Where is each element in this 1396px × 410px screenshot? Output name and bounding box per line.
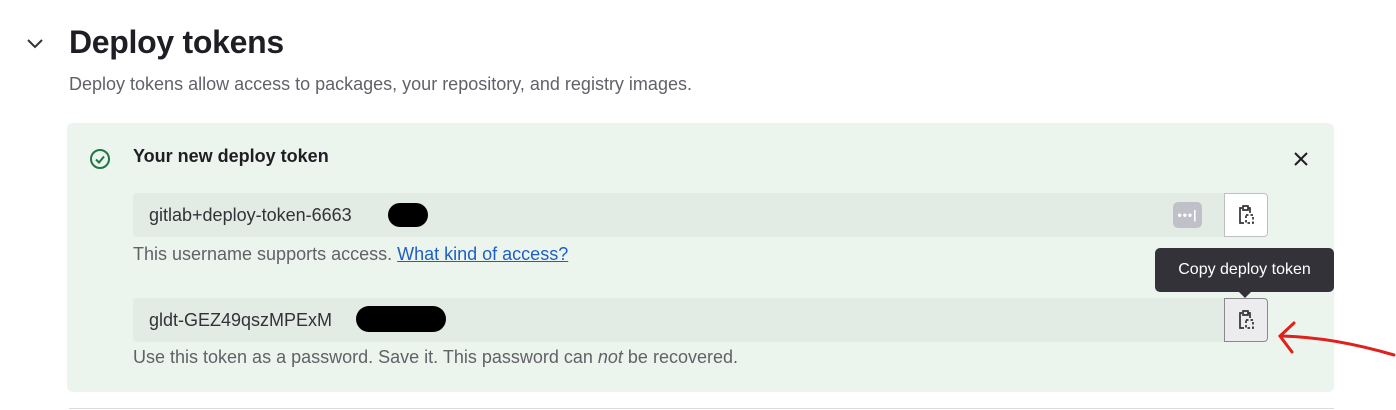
- check-circle-icon: [90, 149, 110, 169]
- page-title: Deploy tokens: [69, 24, 284, 60]
- redaction-mark: [388, 203, 428, 227]
- section-description: Deploy tokens allow access to packages, …: [69, 74, 692, 94]
- alert-title: Your new deploy token: [133, 146, 329, 166]
- access-help-link[interactable]: What kind of access?: [397, 244, 568, 264]
- redaction-mark: [356, 306, 446, 332]
- username-field[interactable]: gitlab+deploy-token-6663: [133, 193, 1224, 237]
- username-help: This username supports access. What kind…: [133, 244, 569, 264]
- tooltip: Copy deploy token: [1155, 248, 1334, 298]
- close-icon[interactable]: [1290, 148, 1312, 170]
- chevron-down-icon[interactable]: [24, 32, 46, 54]
- clipboard-icon: [1239, 310, 1254, 329]
- token-field[interactable]: gldt-GEZ49qszMPExM: [133, 298, 1224, 342]
- token-help: Use this token as a password. Save it. T…: [133, 347, 738, 367]
- annotation-arrow-icon: [1277, 321, 1396, 357]
- copy-token-button[interactable]: [1224, 298, 1268, 342]
- divider: [69, 408, 1334, 409]
- copy-username-button[interactable]: [1224, 193, 1268, 237]
- clipboard-icon: [1239, 205, 1254, 224]
- password-manager-icon[interactable]: •••|: [1173, 202, 1202, 228]
